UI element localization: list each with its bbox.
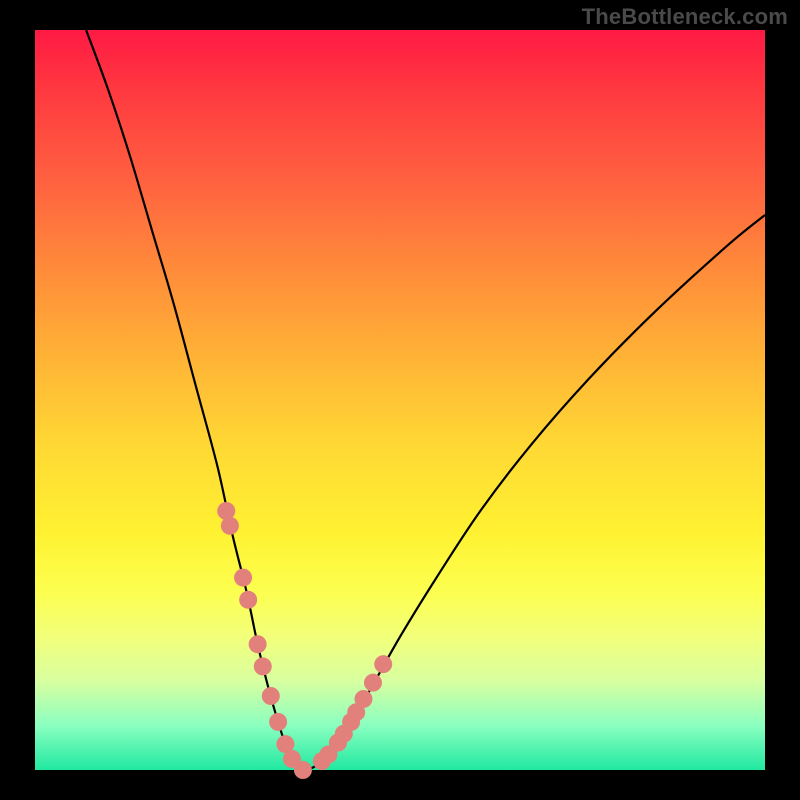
- chart-frame: TheBottleneck.com: [0, 0, 800, 800]
- dot: [294, 761, 312, 779]
- dot: [254, 657, 272, 675]
- highlighted-dots: [217, 502, 392, 779]
- dot: [221, 517, 239, 535]
- dot: [355, 690, 373, 708]
- dot: [239, 591, 257, 609]
- dot: [364, 674, 382, 692]
- dot: [269, 713, 287, 731]
- dot: [374, 655, 392, 673]
- watermark-text: TheBottleneck.com: [582, 4, 788, 30]
- dot: [262, 687, 280, 705]
- plot-area: [35, 30, 765, 770]
- curve-layer: [35, 30, 765, 770]
- dot: [234, 569, 252, 587]
- left-curve: [86, 30, 303, 770]
- dot: [249, 635, 267, 653]
